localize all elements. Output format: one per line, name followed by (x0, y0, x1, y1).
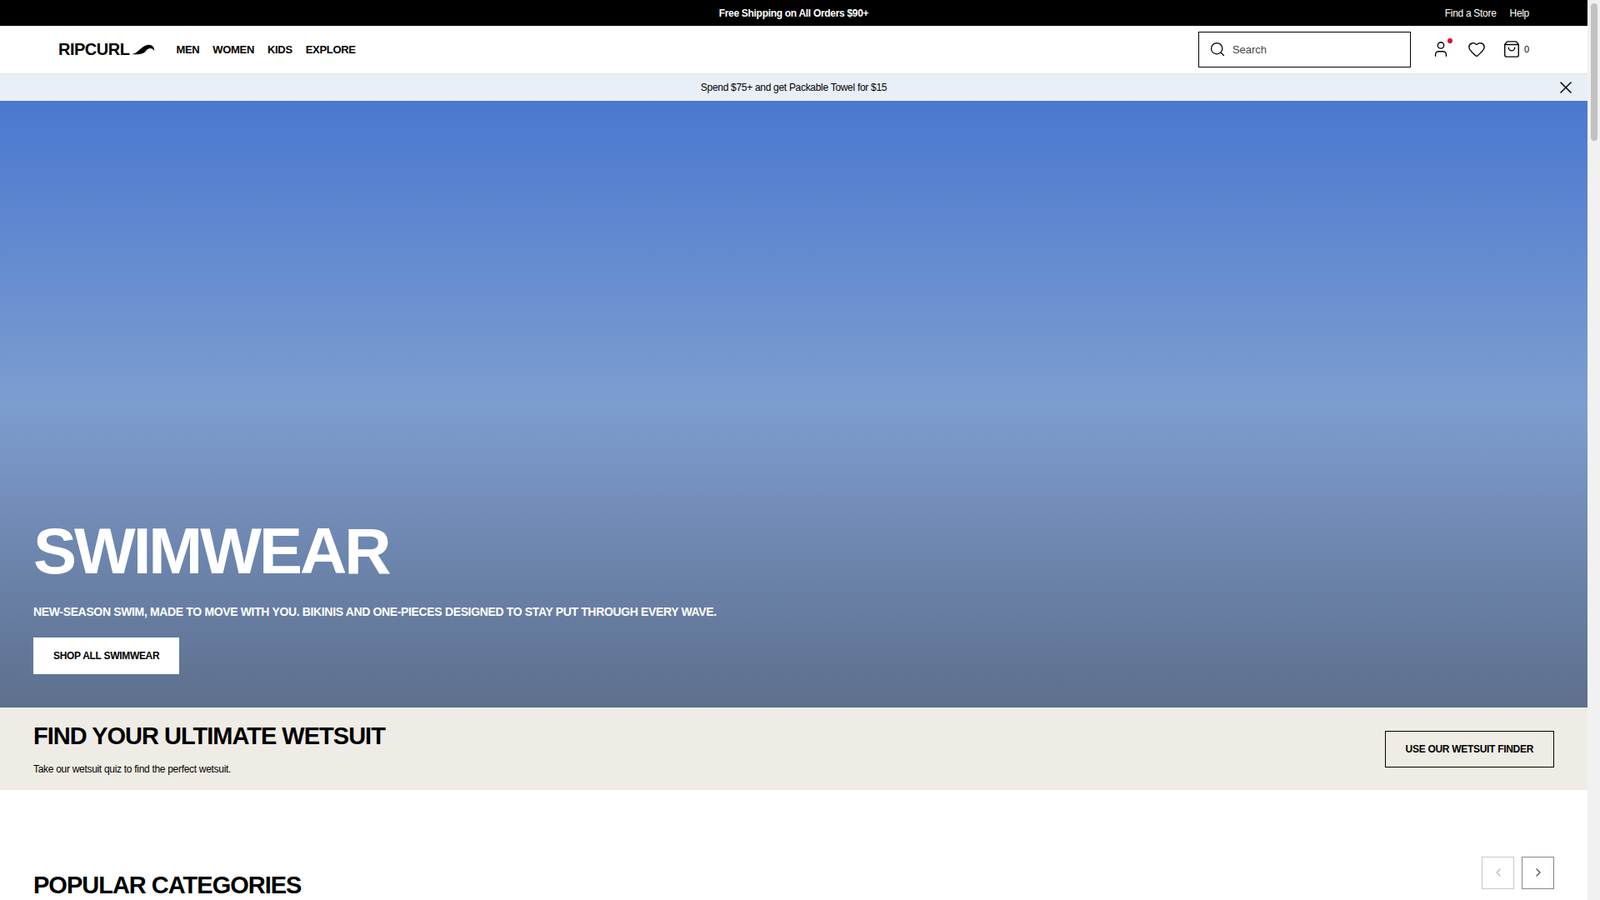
top-links: Find a Store Help (1445, 0, 1530, 26)
search-field[interactable] (1198, 31, 1411, 68)
header: RIPCURL MEN WOMEN KIDS EXPLORE 0 (0, 25, 1588, 74)
page-content: Free Shipping on All Orders $90+ Find a S… (0, 0, 1588, 900)
hero-title: SWIMWEAR (33, 518, 1588, 584)
logo[interactable]: RIPCURL (58, 36, 156, 62)
wetsuit-finder-button[interactable]: USE OUR WETSUIT FINDER (1385, 730, 1555, 768)
wetsuit-text: Take our wetsuit quiz to find the perfec… (33, 761, 385, 777)
account-button[interactable] (1430, 39, 1451, 60)
search-input[interactable] (1232, 41, 1400, 59)
wetsuit-finder: FIND YOUR ULTIMATE WETSUIT Take our wetsu… (0, 707, 1588, 790)
carousel-prev-button[interactable] (1481, 856, 1515, 890)
promo-strip: Spend $75+ and get Packable Towel for $1… (0, 74, 1588, 101)
main-nav: MEN WOMEN KIDS EXPLORE (175, 41, 355, 59)
popular-categories-title: POPULAR CATEGORIES (33, 870, 301, 900)
scrollbar-thumb[interactable] (1590, 3, 1598, 141)
user-icon (1431, 40, 1450, 59)
notification-dot (1447, 38, 1453, 44)
page: Free Shipping on All Orders $90+ Find a S… (0, 0, 1600, 900)
close-icon (1555, 77, 1576, 98)
carousel-next-button[interactable] (1521, 856, 1555, 890)
wishlist-button[interactable] (1467, 40, 1486, 59)
shop-swimwear-button[interactable]: SHOP ALL SWIMWEAR (33, 637, 180, 675)
top-link[interactable]: Find a Store (1445, 5, 1497, 21)
wetsuit-title: FIND YOUR ULTIMATE WETSUIT (33, 720, 385, 751)
nav-item[interactable]: MEN (175, 41, 200, 59)
nav-item[interactable]: EXPLORE (305, 41, 356, 59)
nav-item[interactable]: WOMEN (212, 41, 255, 59)
chevron-left-icon (1491, 865, 1505, 880)
promo-close-button[interactable] (1555, 77, 1576, 98)
search-icon (1209, 40, 1226, 58)
promo-message: Spend $75+ and get Packable Towel for $1… (700, 80, 887, 95)
cart-button[interactable]: 0 (1502, 40, 1530, 59)
shipping-message: Free Shipping on All Orders $90+ (719, 5, 870, 21)
hero-subtitle: NEW-SEASON SWIM, MADE TO MOVE WITH YOU. … (33, 603, 1588, 621)
wave-logo-icon (130, 42, 156, 56)
hero: SWIMWEAR NEW-SEASON SWIM, MADE TO MOVE WI… (0, 100, 1588, 709)
chevron-right-icon (1531, 865, 1545, 880)
nav-item[interactable]: KIDS (267, 41, 293, 59)
top-link[interactable]: Help (1510, 5, 1530, 21)
top-bar: Free Shipping on All Orders $90+ Find a S… (0, 0, 1588, 26)
bag-icon (1502, 40, 1521, 59)
cart-count: 0 (1524, 42, 1530, 57)
popular-categories: POPULAR CATEGORIES (0, 790, 1588, 900)
scrollbar[interactable] (1587, 0, 1600, 900)
heart-icon (1467, 40, 1486, 59)
